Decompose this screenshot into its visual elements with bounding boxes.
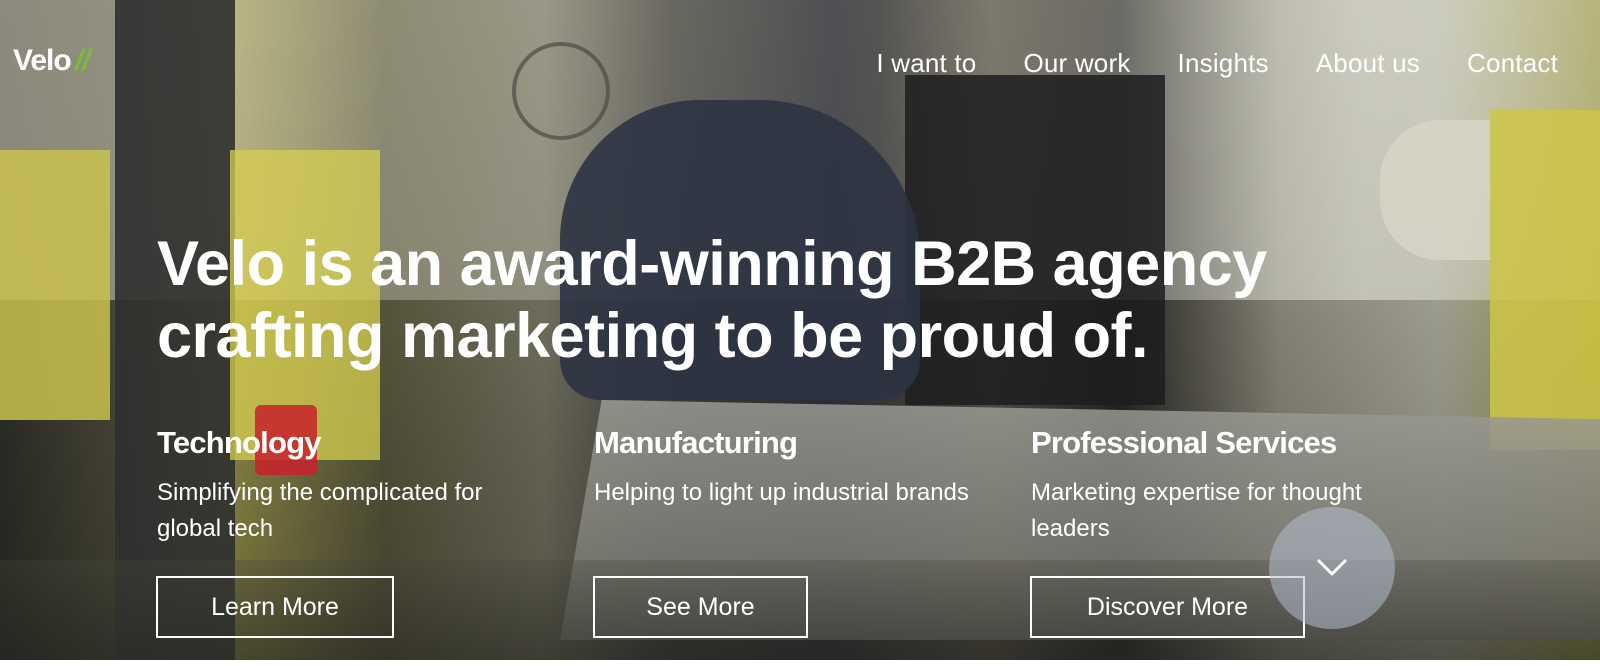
nav-insights[interactable]: Insights <box>1178 48 1269 79</box>
discover-more-button[interactable]: Discover More <box>1030 576 1305 638</box>
background-yellow-panel <box>1490 110 1600 450</box>
see-more-button[interactable]: See More <box>593 576 808 638</box>
hero-headline-line-1: Velo is an award-winning B2B agency <box>157 229 1267 299</box>
nav-our-work[interactable]: Our work <box>1023 48 1130 79</box>
velo-logo[interactable]: Velo// <box>13 44 91 78</box>
hero-headline-line-2: crafting marketing to be proud of. <box>157 301 1149 371</box>
logo-mark: // <box>74 44 91 77</box>
sector-manufacturing: Manufacturing Helping to light up indust… <box>594 423 984 511</box>
logo-text: Velo <box>13 44 72 77</box>
sector-description: Helping to light up industrial brands <box>594 479 969 506</box>
scroll-down-button[interactable] <box>1269 507 1395 629</box>
background-fan <box>512 42 610 140</box>
background-yellow-panel <box>0 150 110 420</box>
sector-description: Simplifying the complicated for global t… <box>157 479 483 542</box>
sector-title: Manufacturing <box>594 425 798 460</box>
hero-headline: Velo is an award-winning B2B agency craf… <box>157 228 1457 372</box>
nav-about-us[interactable]: About us <box>1316 48 1420 79</box>
hero-section: Velo// I want to Our work Insights About… <box>0 0 1600 660</box>
nav-i-want-to[interactable]: I want to <box>876 48 976 79</box>
nav-contact[interactable]: Contact <box>1467 48 1558 79</box>
sector-technology: Technology Simplifying the complicated f… <box>157 423 547 547</box>
sector-title: Professional Services <box>1031 425 1337 460</box>
main-nav: I want to Our work Insights About us Con… <box>876 48 1558 79</box>
learn-more-button[interactable]: Learn More <box>156 576 394 638</box>
sector-title: Technology <box>157 425 321 460</box>
chevron-down-icon <box>1317 559 1347 576</box>
